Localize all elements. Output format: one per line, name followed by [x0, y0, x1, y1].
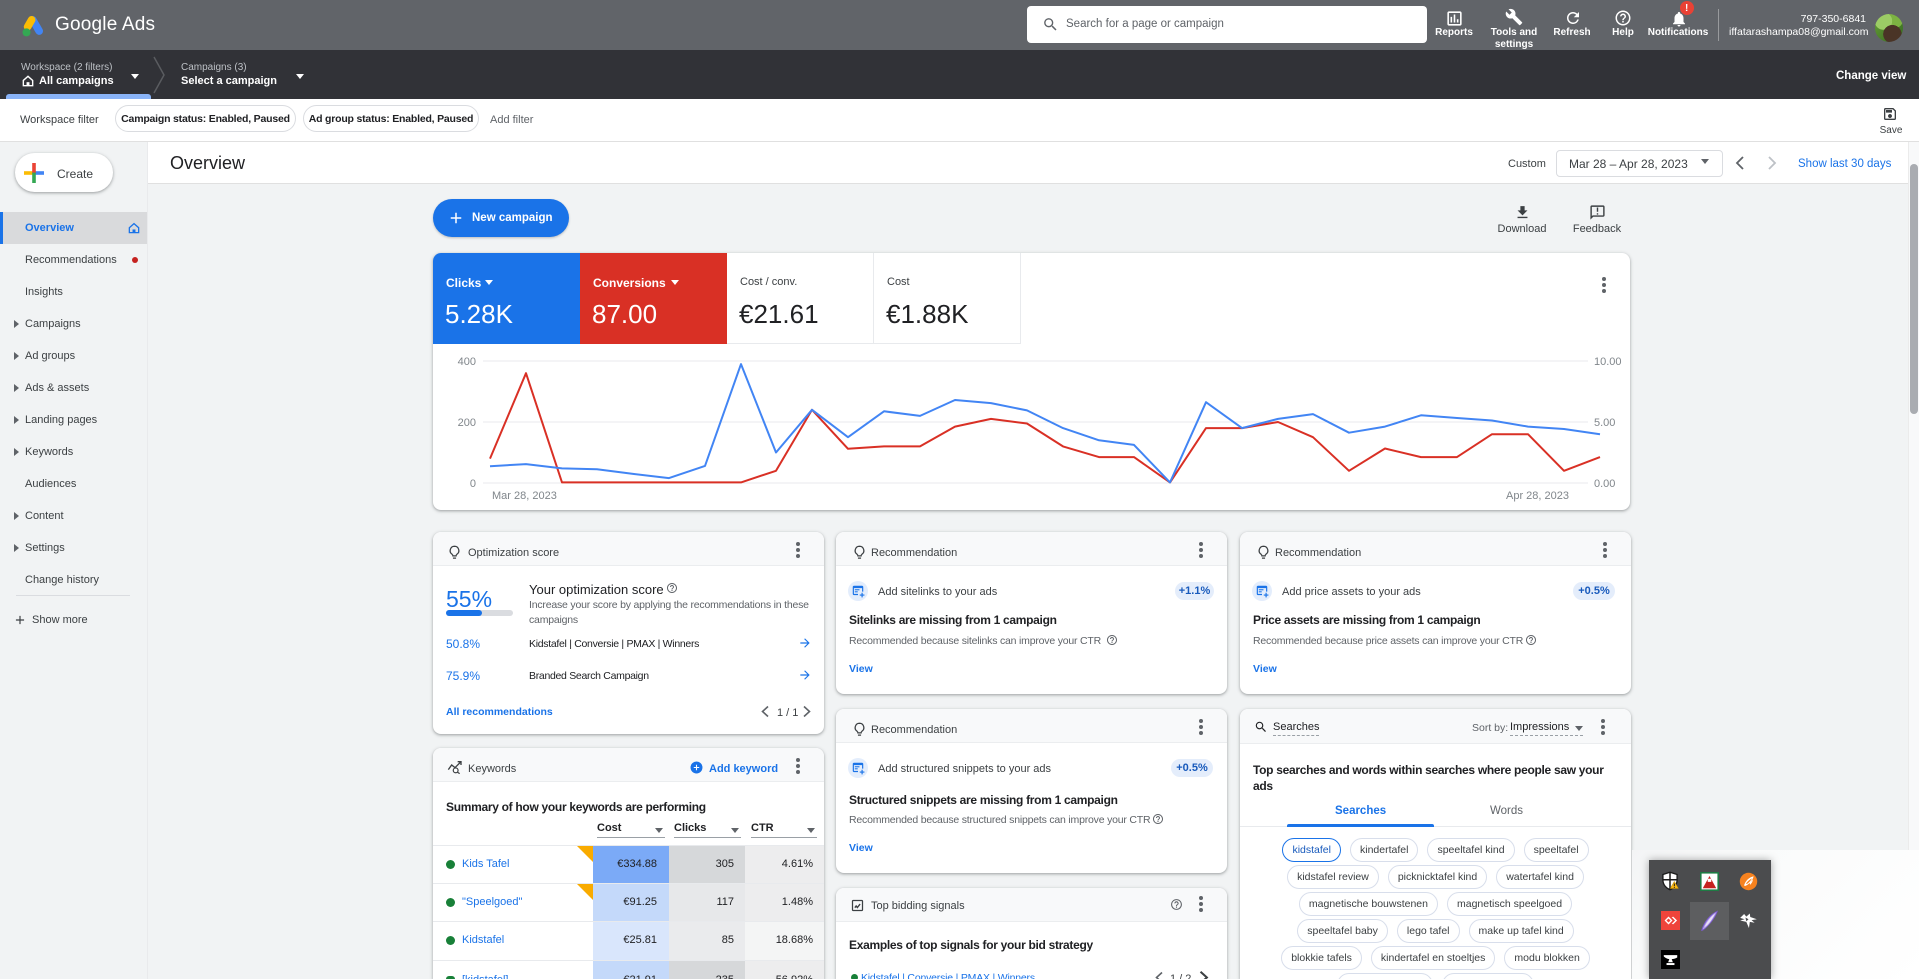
svg-text:0: 0 — [470, 478, 476, 490]
svg-text:0.00: 0.00 — [1594, 478, 1615, 490]
svg-text:10.00: 10.00 — [1594, 356, 1622, 368]
svg-text:5.00: 5.00 — [1594, 417, 1615, 429]
svg-text:400: 400 — [458, 356, 476, 368]
svg-text:Apr 28, 2023: Apr 28, 2023 — [1506, 490, 1569, 502]
svg-text:Mar 28, 2023: Mar 28, 2023 — [492, 490, 557, 502]
svg-text:200: 200 — [458, 417, 476, 429]
